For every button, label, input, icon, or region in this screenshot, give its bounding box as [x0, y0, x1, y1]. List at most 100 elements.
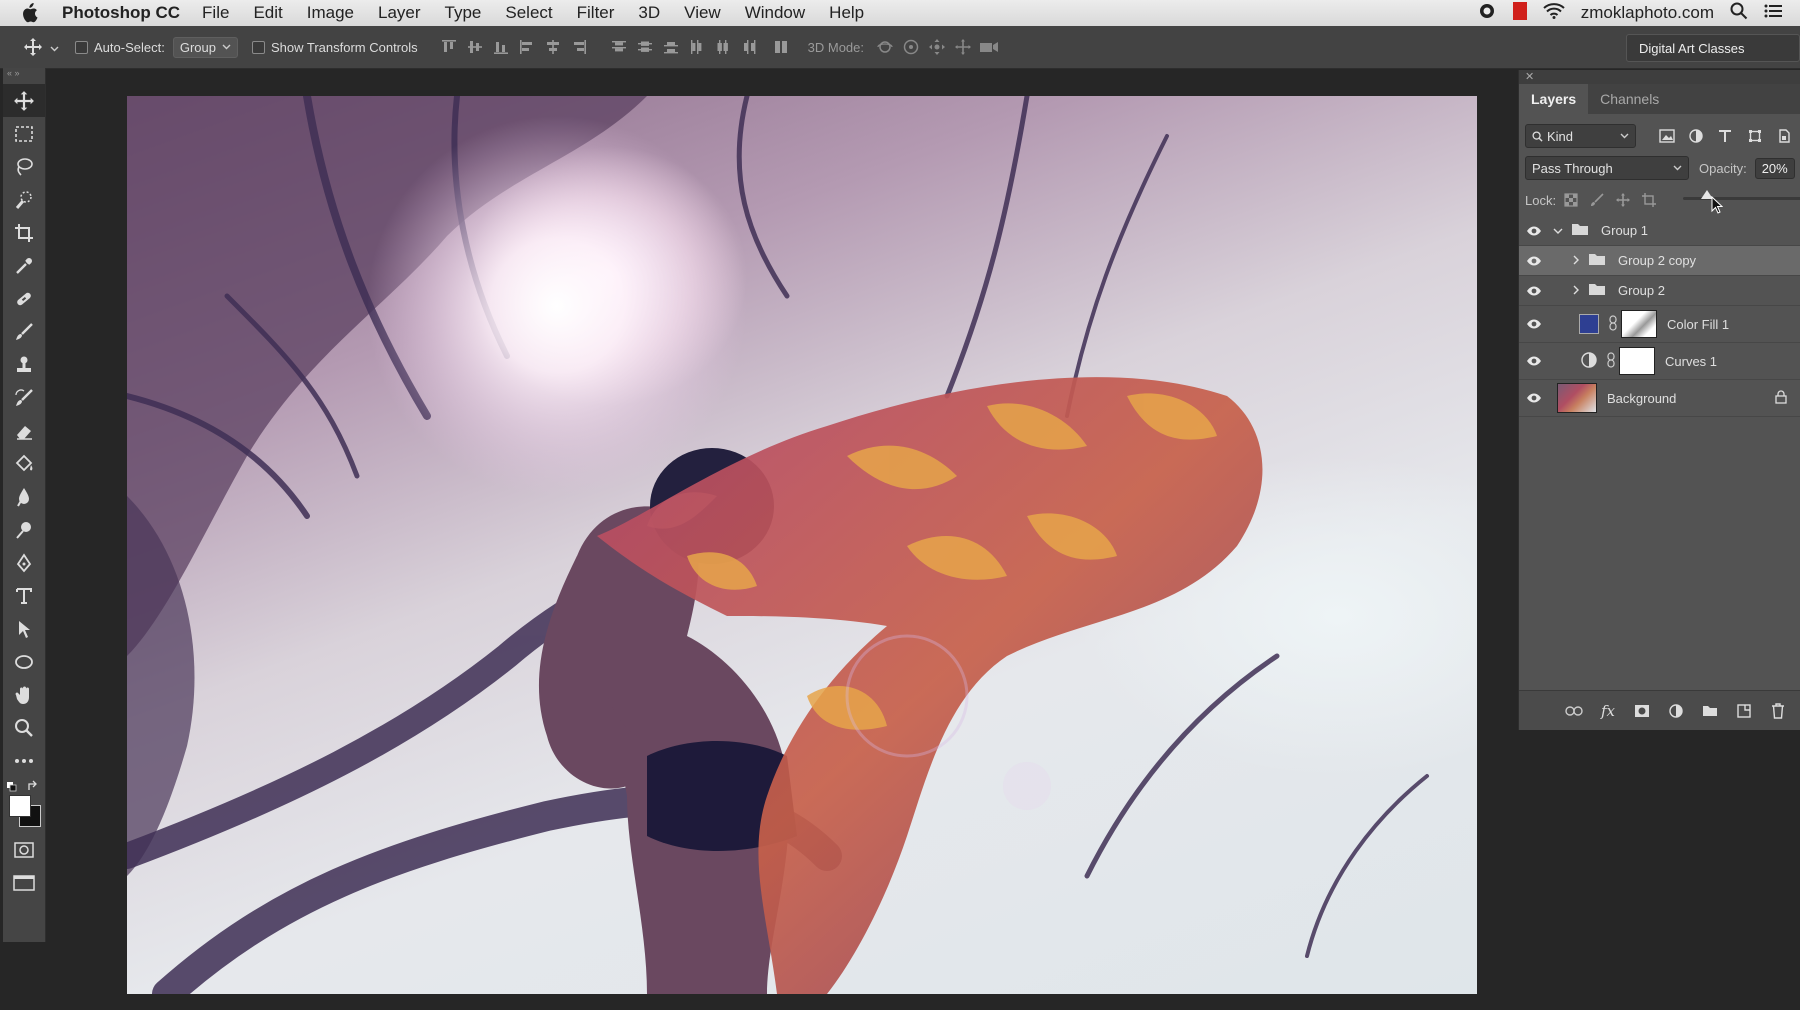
menu-help[interactable]: Help: [829, 3, 864, 23]
lock-transparent-pixels-icon[interactable]: [1560, 189, 1582, 211]
show-transform-checkbox[interactable]: [251, 40, 265, 54]
align-top-edges-icon[interactable]: [436, 34, 462, 60]
visibility-eye-icon[interactable]: [1519, 356, 1549, 366]
dodge-tool[interactable]: [3, 513, 45, 546]
shape-tool[interactable]: [3, 645, 45, 678]
tool-preset-chevron-icon[interactable]: [50, 40, 59, 55]
eyedropper-tool[interactable]: [3, 249, 45, 282]
visibility-eye-icon[interactable]: [1519, 226, 1549, 236]
align-left-edges-icon[interactable]: [514, 34, 540, 60]
menu-edit[interactable]: Edit: [253, 3, 282, 23]
layer-row-group-2-copy[interactable]: Group 2 copy: [1519, 246, 1800, 276]
layer-mask-thumbnail[interactable]: [1621, 310, 1657, 338]
filter-smart-object-icon[interactable]: [1774, 125, 1795, 147]
lasso-tool[interactable]: [3, 150, 45, 183]
filter-kind-dropdown[interactable]: Kind: [1525, 124, 1637, 148]
close-panel-icon[interactable]: ✕: [1525, 70, 1534, 83]
menu-image[interactable]: Image: [307, 3, 354, 23]
menu-file[interactable]: File: [202, 3, 229, 23]
history-brush-tool[interactable]: [3, 381, 45, 414]
align-bottom-edges-icon[interactable]: [488, 34, 514, 60]
distribute-right-edges-icon[interactable]: [736, 34, 762, 60]
layer-row-color-fill-1[interactable]: Color Fill 1: [1519, 306, 1800, 343]
document-canvas[interactable]: [127, 96, 1477, 994]
distribute-vertical-centers-icon[interactable]: [632, 34, 658, 60]
expand-chevron-right-icon[interactable]: [1573, 253, 1580, 268]
3d-slide-icon[interactable]: [950, 34, 976, 60]
expand-chevron-down-icon[interactable]: [1553, 223, 1563, 238]
menu-select[interactable]: Select: [505, 3, 552, 23]
quick-selection-tool[interactable]: [3, 183, 45, 216]
visibility-eye-icon[interactable]: [1519, 393, 1549, 403]
layer-row-group-1[interactable]: Group 1: [1519, 216, 1800, 246]
paint-bucket-tool[interactable]: [3, 447, 45, 480]
layer-thumbnail[interactable]: [1557, 383, 1597, 413]
app-name[interactable]: Photoshop CC: [62, 3, 180, 23]
auto-select-checkbox[interactable]: [75, 40, 88, 54]
apple-icon[interactable]: [20, 0, 46, 26]
notification-center-icon[interactable]: [1764, 3, 1782, 23]
recording-icon[interactable]: [1512, 1, 1527, 25]
menu-view[interactable]: View: [684, 3, 721, 23]
workspace-switcher[interactable]: Digital Art Classes: [1626, 34, 1800, 62]
new-group-folder-icon[interactable]: [1699, 700, 1721, 722]
menu-filter[interactable]: Filter: [577, 3, 615, 23]
opacity-slider[interactable]: [1683, 184, 1800, 216]
new-layer-icon[interactable]: [1733, 700, 1755, 722]
add-mask-icon[interactable]: [1631, 700, 1653, 722]
layer-row-background[interactable]: Background: [1519, 380, 1800, 417]
align-right-edges-icon[interactable]: [566, 34, 592, 60]
layer-style-fx-icon[interactable]: fx: [1597, 700, 1619, 722]
creative-cloud-icon[interactable]: [1477, 3, 1497, 24]
crop-tool[interactable]: [3, 216, 45, 249]
lock-image-pixels-icon[interactable]: [1586, 189, 1608, 211]
screen-mode-button[interactable]: [3, 866, 45, 899]
blend-mode-dropdown[interactable]: Pass Through: [1525, 156, 1689, 180]
spotlight-search-icon[interactable]: [1730, 2, 1748, 25]
visibility-eye-icon[interactable]: [1519, 319, 1549, 329]
expand-chevron-right-icon[interactable]: [1573, 283, 1580, 298]
layer-mask-thumbnail[interactable]: [1619, 347, 1655, 375]
delete-layer-trash-icon[interactable]: [1767, 700, 1789, 722]
color-fill-swatch[interactable]: [1579, 314, 1599, 334]
eraser-tool[interactable]: [3, 414, 45, 447]
clone-stamp-tool[interactable]: [3, 348, 45, 381]
3d-scale-icon[interactable]: [976, 34, 1002, 60]
distribute-top-edges-icon[interactable]: [606, 34, 632, 60]
chain-link-icon[interactable]: [1607, 351, 1615, 371]
menu-type[interactable]: Type: [445, 3, 482, 23]
hand-tool[interactable]: [3, 678, 45, 711]
move-tool-icon[interactable]: [20, 34, 46, 60]
filter-shape-icon[interactable]: [1744, 125, 1765, 147]
filter-type-icon[interactable]: [1715, 125, 1736, 147]
layer-row-group-2[interactable]: Group 2: [1519, 276, 1800, 306]
filter-pixel-icon[interactable]: [1656, 125, 1677, 147]
3d-orbit-icon[interactable]: [872, 34, 898, 60]
menu-window[interactable]: Window: [745, 3, 805, 23]
tab-channels[interactable]: Channels: [1588, 84, 1671, 114]
visibility-eye-icon[interactable]: [1519, 286, 1549, 296]
auto-align-layers-icon[interactable]: [768, 34, 794, 60]
visibility-eye-icon[interactable]: [1519, 256, 1549, 266]
toolbox-collapse-icon[interactable]: « »: [3, 68, 45, 84]
filter-adjustment-icon[interactable]: [1685, 125, 1706, 147]
healing-brush-tool[interactable]: [3, 282, 45, 315]
3d-roll-icon[interactable]: [898, 34, 924, 60]
edit-toolbar-button[interactable]: [3, 744, 45, 777]
marquee-tool[interactable]: [3, 117, 45, 150]
layer-row-curves-1[interactable]: Curves 1: [1519, 343, 1800, 380]
align-horizontal-centers-icon[interactable]: [540, 34, 566, 60]
brush-tool[interactable]: [3, 315, 45, 348]
wifi-icon[interactable]: [1543, 2, 1565, 24]
type-tool[interactable]: [3, 579, 45, 612]
link-layers-icon[interactable]: [1563, 700, 1585, 722]
blur-tool[interactable]: [3, 480, 45, 513]
pen-tool[interactable]: [3, 546, 45, 579]
menu-layer[interactable]: Layer: [378, 3, 421, 23]
lock-position-icon[interactable]: [1612, 189, 1634, 211]
tab-layers[interactable]: Layers: [1519, 84, 1589, 114]
foreground-color-swatch[interactable]: [9, 795, 31, 817]
chain-link-icon[interactable]: [1609, 314, 1617, 334]
quick-mask-button[interactable]: [3, 833, 45, 866]
align-vertical-centers-icon[interactable]: [462, 34, 488, 60]
